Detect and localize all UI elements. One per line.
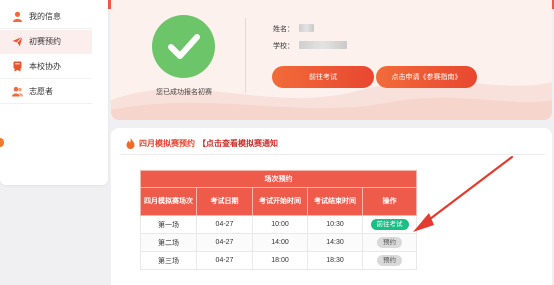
registration-success-text: 您已成功报名初赛 (156, 89, 212, 96)
mock-section-title: 四月模拟赛预约 (139, 139, 195, 148)
mock-schedule-table: 场次预约 四月模拟赛场次 考试日期 考试开始时间 考试结束时间 操作 第一场 0… (139, 170, 418, 270)
session-cell: 第一场 (140, 215, 197, 234)
sidebar-item-label: 本校协办 (29, 62, 61, 71)
start-time-cell: 18:00 (252, 251, 308, 270)
end-time-cell: 14:30 (307, 233, 363, 252)
flame-icon (126, 138, 135, 149)
go-exam-pill-button[interactable]: 前往考试 (370, 219, 409, 230)
table-header-end-time: 考试结束时间 (307, 187, 363, 216)
table-header-session: 四月模拟赛场次 (140, 187, 197, 216)
table-header-action: 操作 (361, 187, 418, 216)
section-divider (121, 154, 545, 155)
start-time-cell: 10:00 (252, 215, 308, 234)
date-cell: 04-27 (196, 233, 253, 252)
vertical-divider (245, 18, 246, 93)
school-value-redacted (299, 41, 347, 49)
end-time-cell: 18:30 (307, 251, 363, 270)
sidebar-item-label: 我的信息 (29, 12, 61, 21)
name-label: 姓名： (273, 26, 294, 33)
sidebar-item-preliminary-booking[interactable]: 初赛预约 (0, 30, 92, 54)
table-header-date: 考试日期 (196, 187, 253, 216)
sidebar-item-school-coorganize[interactable]: 本校协办 (0, 55, 92, 79)
sidebar-item-my-info[interactable]: 我的信息 (0, 5, 92, 29)
medal-icon (12, 61, 23, 72)
action-cell: 预约 (361, 233, 418, 252)
action-cell: 预约 (361, 251, 418, 270)
sidebar: 我的信息 初赛预约 本校协办 志愿者 (0, 0, 108, 185)
session-cell: 第三场 (140, 251, 197, 270)
action-cell: 前往考试 (361, 215, 418, 234)
table-row: 第二场 04-27 14:00 14:30 预约 (140, 233, 418, 252)
table-group-header: 场次预约 (139, 170, 418, 188)
table-row: 第三场 04-27 18:00 18:30 预约 (140, 251, 418, 270)
date-cell: 04-27 (196, 251, 253, 270)
school-label: 学校： (273, 43, 294, 50)
mock-section-header: 四月模拟赛预约 【点击查看模拟赛通知 (126, 138, 278, 149)
reserve-button[interactable]: 预约 (377, 255, 402, 266)
user-icon (12, 11, 23, 22)
start-time-cell: 14:00 (252, 233, 308, 252)
mock-notice-link[interactable]: 【点击查看模拟赛通知 (198, 138, 278, 149)
table-row: 第一场 04-27 10:00 10:30 前往考试 (140, 215, 418, 234)
end-time-cell: 10:30 (307, 215, 363, 234)
go-exam-button[interactable]: 前往考试 (272, 66, 374, 88)
reserve-button[interactable]: 预约 (377, 237, 402, 248)
sidebar-item-label: 志愿者 (29, 87, 53, 96)
sidebar-item-volunteer[interactable]: 志愿者 (0, 80, 92, 104)
sidebar-item-label: 初赛预约 (29, 37, 61, 46)
table-header-start-time: 考试开始时间 (252, 187, 308, 216)
name-value-redacted (299, 24, 314, 32)
apply-guide-button[interactable]: 点击申请《参赛指南》 (376, 66, 477, 88)
users-icon (12, 86, 23, 97)
date-cell: 04-27 (196, 215, 253, 234)
session-cell: 第二场 (140, 233, 197, 252)
paper-plane-icon (12, 36, 23, 47)
success-check-icon (152, 15, 215, 78)
